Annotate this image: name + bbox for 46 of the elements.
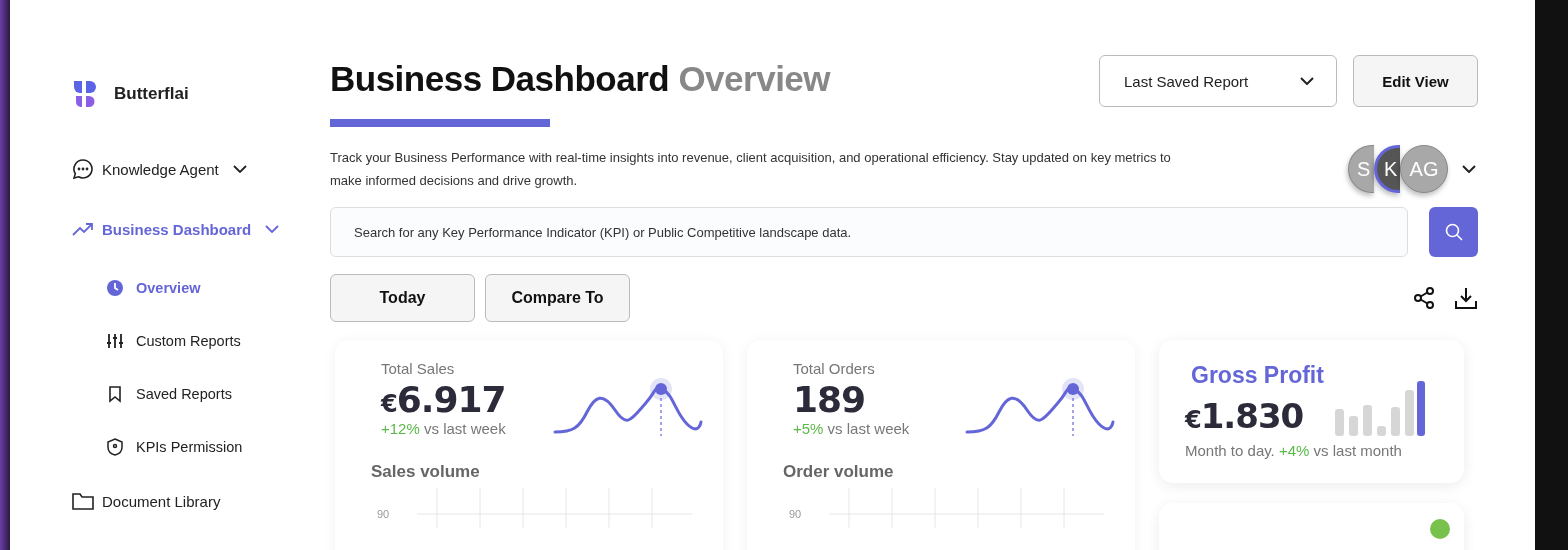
description: Track your Business Performance with real-time insights into revenue, client acquisition, and operational efficiency. Stay updated on key metrics to make informed decisions and drive growth. (330, 149, 1172, 190)
report-select[interactable]: Last Saved Report (1099, 55, 1337, 107)
search-field[interactable]: Search for any Key Performance Indicator (KPI) or Public Competitive landscape data. (330, 207, 1408, 257)
sidebar-item[interactable]: Business Dashboard (72, 217, 330, 241)
period-button[interactable]: Today (330, 274, 475, 322)
bookmark-icon (106, 385, 124, 403)
folder-icon (72, 492, 94, 510)
brand-name: Butterflai (114, 84, 189, 104)
kpi-value: 189 (793, 379, 867, 420)
sidebar-subitem[interactable]: KPIs Permission (106, 436, 330, 458)
download-icon[interactable] (1454, 286, 1478, 310)
sidebar-subitem[interactable]: Custom Reports (106, 330, 330, 352)
chat-icon (72, 158, 94, 180)
kpi-label: Total Sales (381, 360, 456, 377)
bar-chart-icon (1333, 381, 1426, 436)
kpi-value: €6.917 (381, 379, 506, 420)
chevron-down-icon[interactable] (1462, 165, 1476, 173)
avatar[interactable]: K (1374, 145, 1400, 193)
sidebar-subitem[interactable]: Saved Reports (106, 383, 330, 405)
page-title: Business Dashboard (330, 59, 670, 98)
search-icon (1444, 223, 1463, 241)
sidebar-subitem[interactable]: Overview (106, 277, 330, 299)
chart-title: Order volume (783, 462, 895, 482)
edit-view-button[interactable]: Edit View (1353, 55, 1478, 107)
kpi-label: Total Orders (793, 360, 876, 377)
chart-title: Sales volume (371, 462, 481, 482)
chevron-down-icon (232, 165, 247, 173)
trend-icon (72, 222, 94, 236)
period-button[interactable]: Compare To (485, 274, 630, 322)
share-icon[interactable] (1412, 286, 1436, 310)
profit-value: €1.830 (1185, 396, 1304, 436)
kpi-comparison: +12% vs last week (381, 420, 506, 437)
profit-label: Gross Profit (1191, 362, 1325, 389)
profit-comparison: Month to day. +4% vs last month (1185, 442, 1403, 459)
sidebar-item[interactable]: Document Library (72, 489, 330, 513)
axis-tick-label: 90 (788, 508, 803, 520)
axis-tick-label: 90 (376, 508, 391, 520)
chevron-down-icon (265, 225, 280, 233)
chevron-down-icon (1300, 77, 1314, 85)
shield-icon (106, 438, 124, 456)
clock-icon (106, 279, 124, 297)
sidebar-item[interactable]: Knowledge Agent (72, 157, 330, 181)
search-button[interactable] (1429, 207, 1478, 257)
kpi-comparison: +5% vs last week (793, 420, 910, 437)
sliders-icon (106, 332, 124, 350)
page-subtitle: Overview (678, 59, 831, 98)
